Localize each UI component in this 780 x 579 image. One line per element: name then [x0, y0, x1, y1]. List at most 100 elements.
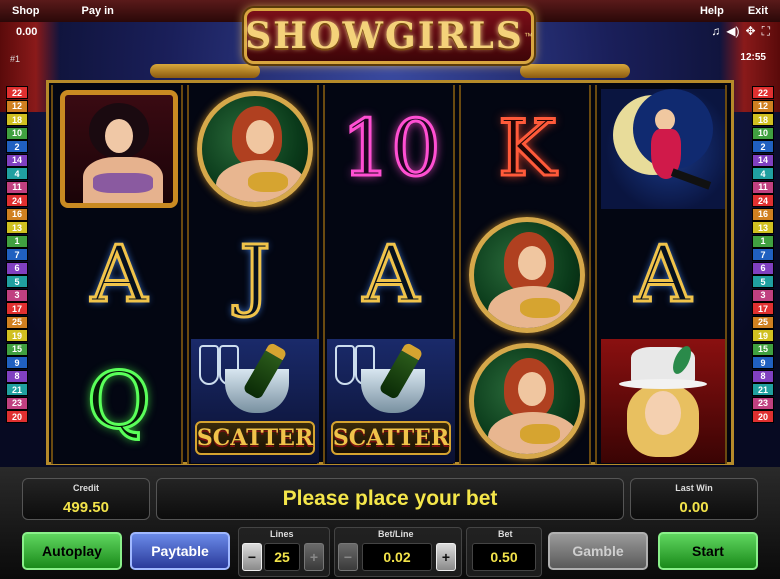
- payline-marker-right[interactable]: 6: [752, 261, 774, 275]
- payline-marker-left[interactable]: 6: [6, 261, 28, 275]
- top-hat-showgirl-art: [601, 339, 725, 463]
- payline-marker-right[interactable]: 18: [752, 113, 774, 126]
- credit-box: Credit 499.50: [22, 478, 150, 520]
- letter-a: A: [361, 230, 420, 320]
- payline-marker-left[interactable]: 12: [6, 99, 28, 113]
- symbol-brunette-showgirl: [55, 87, 183, 211]
- payline-marker-right[interactable]: 12: [752, 99, 774, 113]
- redhead-showgirl-art: [469, 343, 585, 459]
- payline-marker-left[interactable]: 19: [6, 329, 28, 342]
- payline-marker-left[interactable]: 24: [6, 194, 28, 207]
- paytable-button[interactable]: Paytable: [130, 532, 230, 570]
- line-indicator: #1: [10, 54, 21, 64]
- payline-marker-left[interactable]: 14: [6, 153, 28, 167]
- symbol-moon-showgirl: [599, 87, 727, 211]
- symbol-j: J: [191, 213, 319, 337]
- payline-marker-left[interactable]: 25: [6, 315, 28, 329]
- payline-marker-left[interactable]: 4: [6, 167, 28, 180]
- sound-icon[interactable]: ◀): [726, 24, 739, 39]
- bet-per-line-label: Bet/Line: [378, 529, 414, 539]
- payline-marker-left[interactable]: 23: [6, 396, 28, 410]
- face-shape: [518, 372, 546, 406]
- bet-per-line-minus-button[interactable]: −: [338, 543, 358, 571]
- symbol-redhead-showgirl: [463, 213, 591, 337]
- payline-marker-left[interactable]: 18: [6, 113, 28, 126]
- payline-marker-right[interactable]: 13: [752, 221, 774, 234]
- payline-marker-right[interactable]: 24: [752, 194, 774, 207]
- symbol-10: 10: [327, 87, 455, 211]
- champagne-glass-icon: [199, 345, 219, 385]
- pay-in-button[interactable]: Pay in: [70, 5, 126, 17]
- lines-plus-button[interactable]: +: [304, 543, 324, 571]
- payline-marker-right[interactable]: 17: [752, 302, 774, 315]
- payline-marker-right[interactable]: 4: [752, 167, 774, 180]
- payline-marker-right[interactable]: 7: [752, 248, 774, 261]
- payline-marker-right[interactable]: 2: [752, 140, 774, 153]
- help-button[interactable]: Help: [688, 5, 736, 17]
- symbol-scatter: SCATTER: [191, 339, 319, 463]
- fullscreen-icon[interactable]: ⛶: [762, 24, 770, 39]
- payline-marker-right[interactable]: 14: [752, 153, 774, 167]
- payline-marker-right[interactable]: 23: [752, 396, 774, 410]
- payline-marker-right[interactable]: 21: [752, 383, 774, 396]
- payline-marker-left[interactable]: 22: [6, 86, 28, 99]
- reel-3: 10 A SCATTER: [323, 85, 455, 464]
- payline-marker-left[interactable]: 5: [6, 275, 28, 288]
- payline-marker-left[interactable]: 9: [6, 356, 28, 369]
- payline-marker-left[interactable]: 2: [6, 140, 28, 153]
- payline-marker-right[interactable]: 20: [752, 410, 774, 423]
- payline-marker-left[interactable]: 20: [6, 410, 28, 423]
- bet-value: 0.50: [472, 543, 536, 571]
- reel-2: J SCATTER: [187, 85, 319, 464]
- payline-marker-right[interactable]: 25: [752, 315, 774, 329]
- logo-ornament-left: [150, 64, 260, 78]
- start-button[interactable]: Start: [658, 532, 758, 570]
- payline-marker-right[interactable]: 8: [752, 369, 774, 383]
- payline-marker-left[interactable]: 13: [6, 221, 28, 234]
- game-title: SHOWGIRLS: [245, 15, 524, 57]
- lines-minus-button[interactable]: −: [242, 543, 262, 571]
- payline-marker-left[interactable]: 7: [6, 248, 28, 261]
- gamble-button[interactable]: Gamble: [548, 532, 648, 570]
- symbol-a: A: [327, 213, 455, 337]
- payline-marker-right[interactable]: 9: [752, 356, 774, 369]
- lines-label: Lines: [270, 529, 294, 539]
- payline-marker-right[interactable]: 15: [752, 342, 774, 356]
- payline-marker-right[interactable]: 16: [752, 207, 774, 221]
- bet-per-line-value: 0.02: [362, 543, 432, 571]
- brunette-showgirl-art: [60, 90, 178, 208]
- bet-per-line-plus-button[interactable]: +: [436, 543, 456, 571]
- autoplay-button[interactable]: Autoplay: [22, 532, 122, 570]
- scatter-art: SCATTER: [327, 339, 455, 463]
- symbol-redhead-showgirl: [463, 339, 591, 463]
- shop-button[interactable]: Shop: [0, 5, 52, 17]
- payline-marker-right[interactable]: 10: [752, 126, 774, 140]
- letter-10: 10: [340, 104, 442, 194]
- message-box: Please place your bet: [156, 478, 624, 520]
- payline-marker-left[interactable]: 21: [6, 383, 28, 396]
- payline-marker-right[interactable]: 22: [752, 86, 774, 99]
- settings-icon[interactable]: ✥: [746, 24, 756, 39]
- payline-marker-right[interactable]: 3: [752, 288, 774, 302]
- payline-marker-left[interactable]: 17: [6, 302, 28, 315]
- music-note-icon[interactable]: ♫: [711, 24, 720, 39]
- payline-marker-right[interactable]: 11: [752, 180, 774, 194]
- face-shape: [518, 246, 546, 280]
- lines-value: 25: [264, 543, 300, 571]
- payline-marker-left[interactable]: 16: [6, 207, 28, 221]
- exit-button[interactable]: Exit: [736, 5, 780, 17]
- payline-marker-left[interactable]: 8: [6, 369, 28, 383]
- bet-label: Bet: [498, 529, 513, 539]
- symbol-q: Q: [55, 339, 183, 463]
- payline-marker-left[interactable]: 15: [6, 342, 28, 356]
- payline-marker-left[interactable]: 10: [6, 126, 28, 140]
- letter-a: A: [89, 230, 148, 320]
- payline-marker-left[interactable]: 1: [6, 234, 28, 248]
- payline-marker-right[interactable]: 1: [752, 234, 774, 248]
- reel-4: K: [459, 85, 591, 464]
- payline-marker-left[interactable]: 3: [6, 288, 28, 302]
- payline-marker-left[interactable]: 11: [6, 180, 28, 194]
- payline-marker-right[interactable]: 5: [752, 275, 774, 288]
- lace-shape: [93, 173, 153, 193]
- payline-marker-right[interactable]: 19: [752, 329, 774, 342]
